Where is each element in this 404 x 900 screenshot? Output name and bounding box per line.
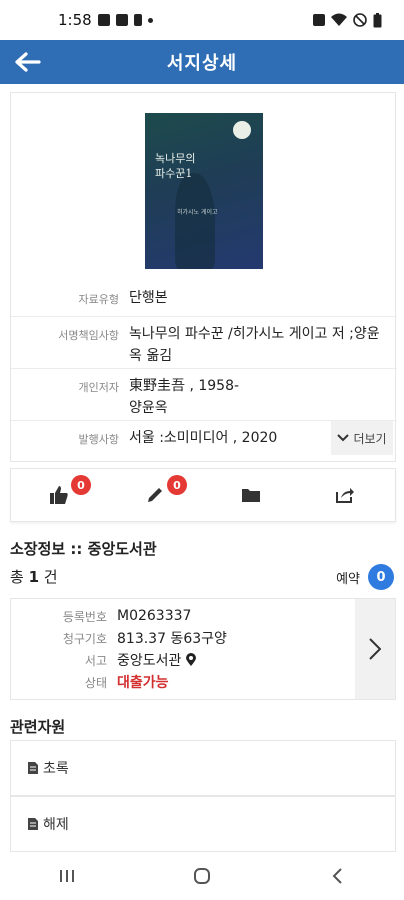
comment-count-badge: 0 [167,475,187,495]
holding-row-reg-no: 등록번호 M0263337 [11,605,351,627]
book-detail-card: 녹나무의 파수꾼1 히가시노 게이고 자료유형 단행본 서명책임사항 녹나무의 … [10,92,397,462]
holding-value: M0263337 [117,608,192,624]
more-label: 더보기 [353,431,387,446]
field-label: 발행사항 [78,433,119,446]
chevron-down-icon [337,434,350,442]
like-button[interactable] [47,483,71,507]
back-chevron-icon [332,868,342,884]
holdings-total: 총 1 건 [10,566,58,587]
comment-button[interactable] [143,483,167,507]
action-bar: 0 0 [10,468,396,522]
chevron-right-icon [369,638,381,660]
back-button[interactable] [14,48,42,76]
system-back-button[interactable] [317,856,357,896]
battery-icon [373,12,382,27]
status-time: 1:58 [58,11,92,29]
cover-title: 녹나무의 파수꾼1 [155,151,255,181]
reserve-count-button[interactable]: 0 [368,564,394,590]
field-label: 자료유형 [78,293,119,306]
field-label: 개인저자 [78,381,119,394]
related-item-abstract[interactable]: 초록 [10,740,396,796]
related-item-label: 초록 [43,761,69,777]
status-right [313,12,382,28]
gallery-icon [97,14,110,26]
document-icon [28,762,38,774]
mail-icon [115,14,128,26]
wifi-icon [331,13,347,26]
like-count-badge: 0 [71,475,91,495]
field-material-type: 자료유형 단행본 [11,281,397,317]
folder-button[interactable] [239,483,263,507]
holding-row-status: 상태 대출가능 [11,671,351,693]
field-value: 東野圭吾 , 1958- 양윤옥 [129,378,240,416]
book-cover: 녹나무의 파수꾼1 히가시노 게이고 [145,113,263,269]
thumbs-up-icon [50,486,68,504]
status-bar: 1:58 [0,0,404,40]
holding-row-call-no: 청구기호 813.37 동63구양 [11,627,351,649]
recent-apps-icon [60,870,75,882]
holding-label: 상태 [84,675,107,690]
cover-author: 히가시노 게이고 [177,209,218,216]
holding-label: 서고 [84,653,107,668]
holdings-title: 소장정보 :: 중앙도서관 [10,540,157,558]
cover-title-line2: 파수꾼1 [155,167,193,180]
reserve-label: 예약 [336,572,360,587]
total-prefix: 총 [10,568,29,586]
cover-title-line1: 녹나무의 [155,152,196,165]
related-title: 관련자원 [10,718,66,736]
holding-row-location: 서고 중앙도서관 [11,649,351,671]
pencil-icon [148,488,162,502]
holding-status-value: 대출가능 [117,675,169,691]
total-suffix: 건 [39,568,58,586]
home-button[interactable] [182,856,222,896]
related-item-commentary[interactable]: 해제 [10,796,396,852]
holding-label: 등록번호 [62,609,107,624]
app-bar: 서지상세 [0,40,404,84]
arrow-left-icon [15,52,41,72]
system-nav-bar [0,852,404,900]
dot-icon [147,17,153,23]
cover-tree [175,173,215,269]
total-count: 1 [28,568,40,586]
person-icon [133,14,142,26]
share-button[interactable] [333,483,357,507]
mute-icon [313,14,325,26]
holding-detail-button[interactable] [355,599,395,699]
folder-icon [242,489,260,502]
cover-moon [233,121,251,139]
dnd-icon [353,13,367,27]
field-value: 녹나무의 파수꾼 /히가시노 게이고 저 ;양윤옥 옮김 [129,326,380,364]
recent-apps-button[interactable] [47,856,87,896]
related-item-label: 해제 [43,817,69,833]
holding-label: 청구기호 [62,631,107,646]
home-icon [193,868,210,884]
document-icon [28,818,38,830]
map-pin-icon[interactable] [185,653,197,667]
holding-item[interactable]: 등록번호 M0263337 청구기호 813.37 동63구양 서고 중앙도서관… [10,598,396,700]
field-label: 서명책임사항 [58,329,119,342]
page-title: 서지상세 [166,53,238,74]
status-left: 1:58 [58,11,153,29]
field-personal-author: 개인저자 東野圭吾 , 1958- 양윤옥 [11,369,397,421]
more-button[interactable]: 더보기 [331,421,393,455]
holding-location-value: 중앙도서관 [107,650,197,670]
field-title-responsibility: 서명책임사항 녹나무의 파수꾼 /히가시노 게이고 저 ;양윤옥 옮김 [11,317,397,369]
holding-value: 813.37 동63구양 [117,631,227,647]
field-value: 단행본 [129,290,168,306]
share-icon [336,488,354,503]
location-text: 중앙도서관 [117,653,182,669]
